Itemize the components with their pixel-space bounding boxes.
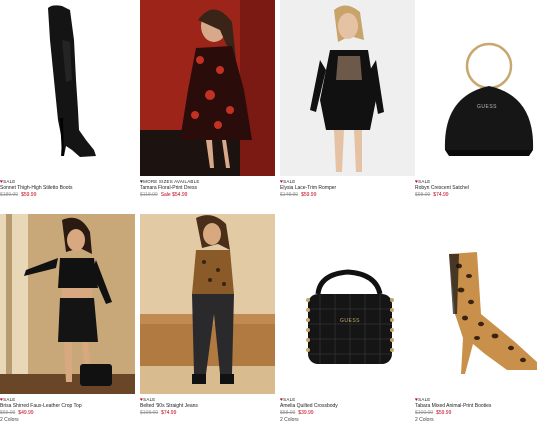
product-name[interactable]: Brisa Shirred Faux-Leather Crop Top: [0, 403, 135, 410]
product-name[interactable]: Amelia Quilted Crossbody: [280, 403, 415, 410]
product-price: $189.00 $59.99: [0, 192, 37, 198]
product-price: $148.00 $59.99: [280, 192, 317, 198]
product-name[interactable]: Sonnet Thigh-High Stiletto Boots: [0, 185, 135, 192]
product-card[interactable]: GUESS ♥SALE Robyn Crescent Satchel $98.0…: [415, 0, 550, 199]
product-image-booties[interactable]: [415, 214, 550, 394]
product-name[interactable]: Elysia Lace-Trim Romper: [280, 185, 415, 192]
product-image-jeans[interactable]: [140, 214, 275, 394]
product-card[interactable]: ♥SALE Belted '90s Straight Jeans $108.00…: [140, 214, 275, 417]
product-image-satchel[interactable]: GUESS: [415, 0, 550, 176]
product-image-dress[interactable]: [140, 0, 275, 176]
product-image-boots[interactable]: [0, 0, 135, 176]
product-price: $108.00 $74.99: [140, 410, 177, 416]
product-card[interactable]: ♥MORE SIZES AVAILABLE Tamara Floral-Prin…: [140, 0, 275, 199]
product-name[interactable]: Robyn Crescent Satchel: [415, 185, 550, 192]
product-price: $58.00 $39.99: [280, 410, 314, 416]
product-card[interactable]: ♥SALE Brisa Shirred Faux-Leather Crop To…: [0, 214, 135, 424]
product-price: $98.00 $74.99: [415, 192, 449, 198]
product-name[interactable]: Tabara Mixed Animal-Print Booties: [415, 403, 550, 410]
product-image-romper[interactable]: [280, 0, 415, 176]
brand-logo: GUESS: [477, 104, 498, 110]
product-card[interactable]: ♥SALE Sonnet Thigh-High Stiletto Boots $…: [0, 0, 135, 199]
product-image-crossbody[interactable]: GUESS: [280, 214, 415, 394]
product-card[interactable]: ♥SALE Elysia Lace-Trim Romper $148.00 $59…: [280, 0, 415, 199]
product-grid: ♥SALE Sonnet Thigh-High Stiletto Boots $…: [0, 0, 550, 423]
product-name[interactable]: Belted '90s Straight Jeans: [140, 403, 275, 410]
product-price: $118.00 Sale $54.99: [140, 192, 188, 198]
product-price: $109.00 $59.99: [415, 410, 452, 416]
brand-logo: GUESS: [340, 318, 361, 324]
product-name[interactable]: Tamara Floral-Print Dress: [140, 185, 275, 192]
product-image-crop-top[interactable]: [0, 214, 135, 394]
product-card[interactable]: ♥SALE Tabara Mixed Animal-Print Booties …: [415, 214, 550, 424]
product-price: $69.00 $49.99: [0, 410, 34, 416]
product-card[interactable]: GUESS ♥SALE Amelia Quilted Crossbody $58…: [280, 214, 415, 424]
